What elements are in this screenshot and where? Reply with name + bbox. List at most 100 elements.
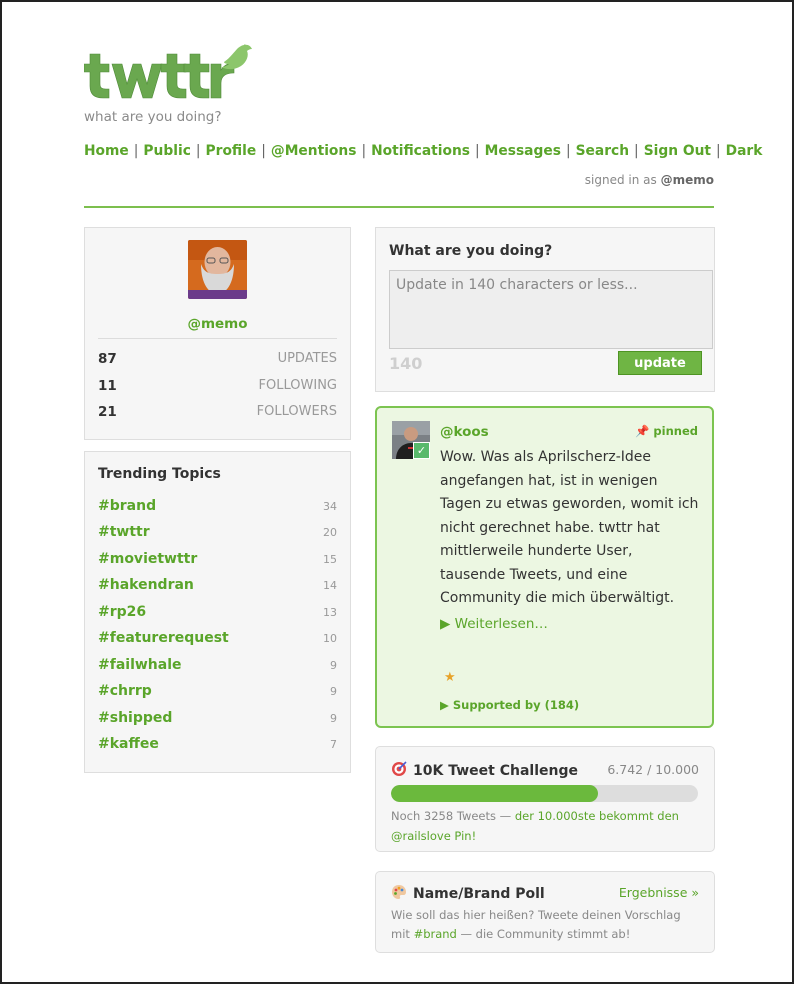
trend-item[interactable]: #twttr 20 [98,524,337,544]
challenge-progress-fill [391,785,598,802]
trend-item[interactable]: #brand 34 [98,498,337,518]
nav-notifications[interactable]: Notifications [371,143,470,159]
nav-separator: | [195,143,201,159]
trend-tag[interactable]: #featurerequest [98,630,229,646]
trend-tag[interactable]: #shipped [98,710,172,726]
signed-in-user[interactable]: @memo [661,173,714,187]
stat-value: 21 [98,404,117,420]
read-more-link[interactable]: ▶ Weiterlesen… [440,616,548,632]
pinned-badge: 📌 pinned [635,424,698,438]
nav-sign-out[interactable]: Sign Out [644,143,711,159]
trend-count: 10 [323,632,337,645]
trend-item[interactable]: #hakendran 14 [98,577,337,597]
trend-count: 14 [323,579,337,592]
supported-by-toggle[interactable]: ▶ Supported by (184) [440,698,579,712]
status-input[interactable] [389,270,713,349]
profile-divider [98,338,337,339]
stat-label: FOLLOWERS [256,404,337,419]
nav-dark-mode[interactable]: Dark [726,143,763,159]
nav-separator: | [634,143,639,159]
trend-count: 34 [323,500,337,513]
compose-title: What are you doing? [389,243,553,259]
tweet-text: Wow. Was als Aprilscherz-Idee angefangen… [440,449,699,606]
profile-card: @memo 87 UPDATES 11 FOLLOWING 21 FOLLOWE… [84,227,351,440]
nav-separator: | [261,143,266,159]
stat-label: FOLLOWING [258,378,337,393]
page-frame: ♪ what are you doing? Home | Public | Profil… [0,0,794,984]
trend-item[interactable]: #shipped 9 [98,710,337,730]
nav-separator: | [133,143,139,159]
nav-separator: | [565,143,571,159]
update-button[interactable]: update [618,351,702,375]
character-counter: 140 [389,354,423,373]
poll-results-link[interactable]: Ergebnisse » [619,885,699,900]
palette-icon [391,884,407,904]
nav-messages[interactable]: Messages [485,143,561,159]
nav-public[interactable]: Public [143,143,190,159]
trend-count: 13 [323,606,337,619]
trend-item[interactable]: #kaffee 7 [98,736,337,756]
challenge-progress-bar [391,785,698,802]
stat-value: 87 [98,351,117,367]
signed-in-status: signed in as @memo [585,173,714,187]
trend-item[interactable]: #chrrp 9 [98,683,337,703]
trend-count: 7 [330,738,337,751]
challenge-progress-text: 6.742 / 10.000 [607,762,699,777]
trend-count: 9 [330,712,337,725]
tweet-username[interactable]: @koos [440,424,489,440]
nav-mentions[interactable]: @Mentions [271,143,357,159]
challenge-title: 10K Tweet Challenge [413,763,578,779]
svg-text:♪: ♪ [242,43,247,52]
profile-avatar[interactable] [188,240,247,299]
trend-count: 15 [323,553,337,566]
trend-item[interactable]: #movietwttr 15 [98,551,337,571]
tagline: what are you doing? [84,109,222,125]
nav-separator: | [361,143,367,159]
trend-item[interactable]: #failwhale 9 [98,657,337,677]
poll-note: Wie soll das hier heißen? Tweete deinen … [391,906,701,943]
stat-label: UPDATES [277,351,337,366]
pinned-tweet: ✓ @koos 📌 pinned Wow. Was als Aprilscherz… [375,406,714,728]
nav-separator: | [475,143,480,159]
trend-tag[interactable]: #twttr [98,524,150,540]
poll-note-suffix: — die Community stimmt ab! [456,926,631,941]
signed-in-prefix: signed in as [584,173,657,187]
trend-tag[interactable]: #movietwttr [98,551,197,567]
tweet-avatar[interactable]: ✓ [392,421,430,459]
trending-topics-panel: Trending Topics #brand 34 #twttr 20 #movie… [84,451,351,773]
trend-item[interactable]: #featurerequest 10 [98,630,337,650]
trend-tag[interactable]: #chrrp [98,683,152,699]
poll-header: Name/Brand Poll [391,884,545,904]
nav-separator: | [716,143,721,159]
compose-panel: What are you doing? 140 update [375,227,715,392]
star-icon[interactable]: ★ [444,670,456,685]
target-icon [391,761,407,781]
trend-tag[interactable]: #kaffee [98,736,159,752]
trend-count: 9 [330,659,337,672]
tweet-challenge-card: 10K Tweet Challenge 6.742 / 10.000 Noch … [375,746,715,852]
profile-handle[interactable]: @memo [85,316,350,332]
trend-count: 20 [323,526,337,539]
pinned-label: pinned [653,424,698,438]
pin-icon: 📌 [635,424,650,438]
trend-count: 9 [330,685,337,698]
challenge-note: Noch 3258 Tweets — der 10.000ste bekommt… [391,807,691,846]
brand-poll-card: Name/Brand Poll Ergebnisse » Wie soll da… [375,871,715,953]
poll-title: Name/Brand Poll [413,886,545,902]
trending-title: Trending Topics [98,466,221,482]
challenge-note-prefix: Noch 3258 Tweets — [391,809,515,823]
challenge-header: 10K Tweet Challenge [391,761,578,781]
trend-tag[interactable]: #hakendran [98,577,194,593]
trend-tag[interactable]: #failwhale [98,657,182,673]
trend-tag[interactable]: #brand [98,498,156,514]
main-nav: Home | Public | Profile | @Mentions | Notificati… [84,143,762,159]
header-divider [84,206,714,208]
trend-item[interactable]: #rp26 13 [98,604,337,624]
poll-note-tag[interactable]: #brand [414,927,457,941]
nav-home[interactable]: Home [84,143,129,159]
twttr-logo[interactable]: ♪ [83,40,254,102]
nav-profile[interactable]: Profile [206,143,257,159]
trend-tag[interactable]: #rp26 [98,604,146,620]
nav-search[interactable]: Search [576,143,629,159]
stat-value: 11 [98,378,117,394]
